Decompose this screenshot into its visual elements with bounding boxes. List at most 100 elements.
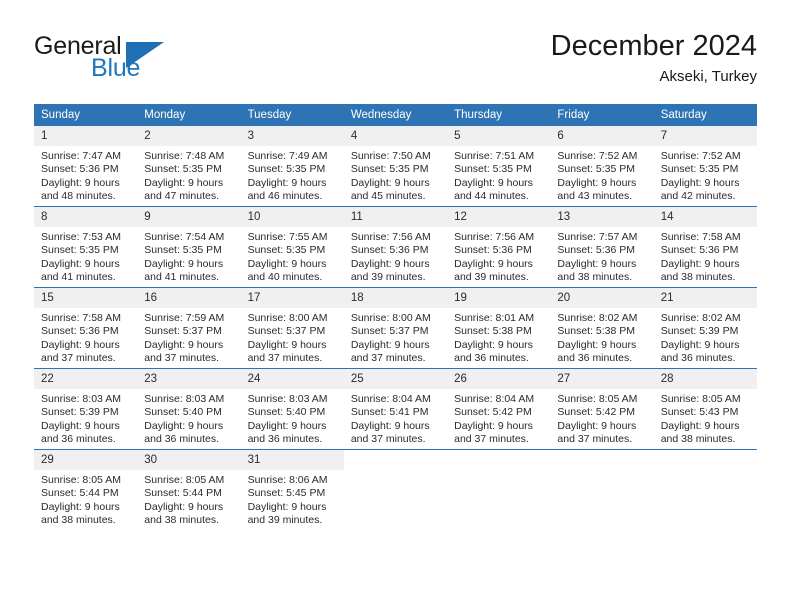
day-info-sunset: Sunset: 5:36 PM [454,244,532,257]
day-info-sunrise: Sunrise: 8:05 AM [41,474,121,486]
calendar-day-cell[interactable]: 30 Sunrise: 8:05 AM Sunset: 5:44 PM Dayligh… [137,449,241,530]
day-info: Sunrise: 7:55 AM Sunset: 5:35 PM Daylight:… [241,227,344,285]
day-info-sunset: Sunset: 5:39 PM [41,406,119,419]
calendar-day-cell[interactable]: 24 Sunrise: 8:03 AM Sunset: 5:40 PM Dayligh… [240,368,344,450]
day-info: Sunrise: 8:05 AM Sunset: 5:44 PM Daylight:… [34,470,137,528]
day-info: Sunrise: 7:58 AM Sunset: 5:36 PM Daylight:… [654,227,757,285]
day-info: Sunrise: 8:06 AM Sunset: 5:45 PM Daylight:… [241,470,344,528]
day-info-daylight-line1: Daylight: 9 hours [41,500,120,513]
day-info-daylight-line1: Daylight: 9 hours [144,419,224,432]
calendar-day-cell[interactable]: 21 Sunrise: 8:02 AM Sunset: 5:39 PM Dayligh… [653,287,757,369]
day-number [550,450,654,470]
day-info-daylight-line1: Daylight: 9 hours [247,419,327,432]
calendar-cell-empty [447,449,551,530]
calendar-day-cell[interactable]: 26 Sunrise: 8:04 AM Sunset: 5:42 PM Dayligh… [447,368,551,450]
day-info-sunset: Sunset: 5:42 PM [454,406,532,419]
calendar-day-cell[interactable]: 29 Sunrise: 8:05 AM Sunset: 5:44 PM Dayligh… [34,449,138,530]
day-info: Sunrise: 7:51 AM Sunset: 5:35 PM Daylight:… [447,146,550,204]
calendar-day-cell[interactable]: 22 Sunrise: 8:03 AM Sunset: 5:39 PM Dayligh… [34,368,138,450]
day-info-daylight-line1: Daylight: 9 hours [144,176,224,189]
calendar-day-cell[interactable]: 9 Sunrise: 7:54 AM Sunset: 5:35 PM Daylight… [137,206,241,288]
day-info: Sunrise: 8:03 AM Sunset: 5:40 PM Daylight:… [137,389,240,447]
day-info-daylight-line1: Daylight: 9 hours [144,338,224,351]
calendar-day-cell[interactable]: 19 Sunrise: 8:01 AM Sunset: 5:38 PM Dayligh… [447,287,551,369]
day-info-daylight-line2: and 37 minutes. [247,352,323,365]
day-info-daylight-line2: and 37 minutes. [350,352,426,365]
calendar-day-cell[interactable]: 28 Sunrise: 8:05 AM Sunset: 5:43 PM Dayligh… [653,368,757,450]
day-info-daylight-line2: and 36 minutes. [454,352,529,365]
calendar-day-cell[interactable]: 2 Sunrise: 7:48 AM Sunset: 5:35 PM Daylight… [137,126,241,207]
calendar-day-cell[interactable]: 16 Sunrise: 7:59 AM Sunset: 5:37 PM Dayligh… [137,287,241,369]
day-info-sunset: Sunset: 5:35 PM [660,163,739,176]
title-block: December 2024 Akseki, Turkey [551,29,757,86]
day-info-daylight-line2: and 36 minutes. [144,433,219,446]
day-info-daylight-line2: and 42 minutes. [660,190,736,203]
day-info-daylight-line1: Daylight: 9 hours [144,257,224,270]
day-info-daylight-line2: and 36 minutes. [660,352,736,365]
day-info-daylight-line1: Daylight: 9 hours [557,257,637,270]
general-blue-logo[interactable]: General Blue [34,32,224,88]
day-info-sunrise: Sunrise: 7:51 AM [454,150,535,162]
calendar-day-cell[interactable]: 14 Sunrise: 7:58 AM Sunset: 5:36 PM Dayligh… [653,206,757,288]
day-info: Sunrise: 8:03 AM Sunset: 5:39 PM Daylight:… [34,389,137,447]
day-info: Sunrise: 7:54 AM Sunset: 5:35 PM Daylight:… [137,227,240,285]
weekday-header-wednesday: Wednesday [343,104,448,126]
calendar-header-row: Sunday Monday Tuesday Wednesday Thursday… [34,104,757,126]
day-number: 13 [550,207,654,227]
day-info-sunset: Sunset: 5:38 PM [454,325,532,338]
calendar-day-cell[interactable]: 3 Sunrise: 7:49 AM Sunset: 5:35 PM Daylight… [240,126,344,207]
day-info-sunset: Sunset: 5:40 PM [247,406,326,419]
day-info-sunset: Sunset: 5:36 PM [350,244,429,257]
calendar-day-cell[interactable]: 7 Sunrise: 7:52 AM Sunset: 5:35 PM Daylight… [653,126,757,207]
day-info-daylight-line1: Daylight: 9 hours [557,419,637,432]
day-info-sunset: Sunset: 5:41 PM [350,406,429,419]
calendar-day-cell[interactable]: 27 Sunrise: 8:05 AM Sunset: 5:42 PM Dayligh… [550,368,654,450]
day-info: Sunrise: 8:05 AM Sunset: 5:43 PM Daylight:… [654,389,757,447]
calendar-day-cell[interactable]: 10 Sunrise: 7:55 AM Sunset: 5:35 PM Dayligh… [240,206,344,288]
day-info: Sunrise: 7:56 AM Sunset: 5:36 PM Daylight:… [344,227,447,285]
day-info-sunrise: Sunrise: 8:03 AM [247,393,328,405]
day-info-sunset: Sunset: 5:35 PM [41,244,119,257]
day-number: 1 [34,126,138,146]
day-info-sunrise: Sunrise: 8:00 AM [350,312,431,324]
calendar-day-cell[interactable]: 15 Sunrise: 7:58 AM Sunset: 5:36 PM Dayligh… [34,287,138,369]
day-info-daylight-line1: Daylight: 9 hours [557,176,637,189]
day-info-sunset: Sunset: 5:35 PM [144,163,222,176]
calendar-day-cell[interactable]: 5 Sunrise: 7:51 AM Sunset: 5:35 PM Daylight… [447,126,551,207]
day-info-daylight-line1: Daylight: 9 hours [454,338,533,351]
day-info-daylight-line1: Daylight: 9 hours [247,500,327,513]
calendar-day-cell[interactable]: 8 Sunrise: 7:53 AM Sunset: 5:35 PM Daylight… [34,206,138,288]
calendar-day-cell[interactable]: 25 Sunrise: 8:04 AM Sunset: 5:41 PM Dayligh… [343,368,448,450]
calendar-day-cell[interactable]: 4 Sunrise: 7:50 AM Sunset: 5:35 PM Daylight… [343,126,448,207]
day-number: 6 [550,126,654,146]
day-number: 8 [34,207,138,227]
weekday-header-monday: Monday [137,104,241,126]
calendar-day-cell[interactable]: 13 Sunrise: 7:57 AM Sunset: 5:36 PM Dayligh… [550,206,654,288]
calendar-day-cell[interactable]: 6 Sunrise: 7:52 AM Sunset: 5:35 PM Daylight… [550,126,654,207]
day-info: Sunrise: 8:05 AM Sunset: 5:44 PM Daylight:… [137,470,240,528]
day-info-sunrise: Sunrise: 8:02 AM [660,312,741,324]
calendar-day-cell[interactable]: 23 Sunrise: 8:03 AM Sunset: 5:40 PM Dayligh… [137,368,241,450]
calendar-day-cell[interactable]: 11 Sunrise: 7:56 AM Sunset: 5:36 PM Dayligh… [343,206,448,288]
day-number: 16 [137,288,241,308]
page-subtitle: Akseki, Turkey [659,68,757,85]
day-info-daylight-line1: Daylight: 9 hours [660,257,740,270]
day-info-sunrise: Sunrise: 7:58 AM [660,231,741,243]
day-info: Sunrise: 7:52 AM Sunset: 5:35 PM Daylight:… [550,146,653,204]
day-info-daylight-line1: Daylight: 9 hours [660,176,740,189]
day-info-daylight-line2: and 41 minutes. [41,271,116,284]
day-info-sunrise: Sunrise: 8:03 AM [144,393,225,405]
calendar-day-cell[interactable]: 20 Sunrise: 8:02 AM Sunset: 5:38 PM Dayligh… [550,287,654,369]
day-info-sunrise: Sunrise: 7:56 AM [350,231,431,243]
calendar-day-cell[interactable]: 18 Sunrise: 8:00 AM Sunset: 5:37 PM Dayligh… [343,287,448,369]
calendar-day-cell[interactable]: 1 Sunrise: 7:47 AM Sunset: 5:36 PM Daylight… [34,126,138,207]
day-info-sunrise: Sunrise: 7:52 AM [557,150,638,162]
calendar-week-row: 8 Sunrise: 7:53 AM Sunset: 5:35 PM Daylight… [34,206,757,288]
calendar-day-cell[interactable]: 31 Sunrise: 8:06 AM Sunset: 5:45 PM Dayligh… [240,449,344,530]
day-info-sunset: Sunset: 5:45 PM [247,487,326,500]
calendar-day-cell[interactable]: 17 Sunrise: 8:00 AM Sunset: 5:37 PM Dayligh… [240,287,344,369]
day-info-daylight-line2: and 39 minutes. [454,271,529,284]
calendar-day-cell[interactable]: 12 Sunrise: 7:56 AM Sunset: 5:36 PM Dayligh… [447,206,551,288]
day-info-sunset: Sunset: 5:35 PM [247,244,326,257]
day-info-daylight-line1: Daylight: 9 hours [41,176,120,189]
